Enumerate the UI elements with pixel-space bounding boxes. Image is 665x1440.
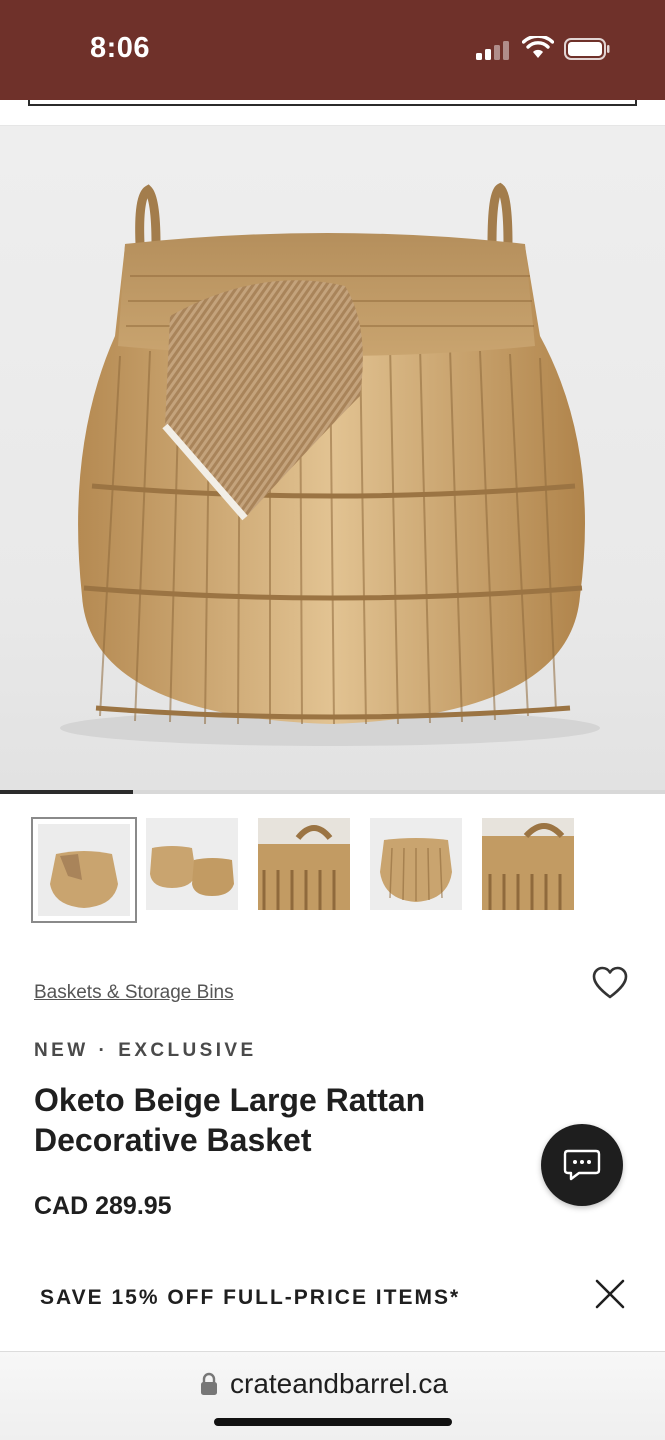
basket-illustration: [60, 182, 600, 746]
product-badges: NEW · EXCLUSIVE: [34, 1040, 257, 1062]
lock-icon: [201, 1372, 217, 1395]
chat-bubble-icon: [563, 1149, 601, 1181]
thumbnail-basket-handle-detail[interactable]: [258, 818, 350, 910]
search-bar-edge: [0, 100, 665, 126]
status-bar: 8:06: [0, 0, 665, 100]
badge-exclusive: EXCLUSIVE: [118, 1040, 257, 1061]
wifi-icon: [522, 36, 554, 58]
thumbnail-basket-front[interactable]: [31, 817, 137, 923]
product-price: CAD 289.95: [34, 1192, 172, 1220]
cellular-signal-icon: [476, 40, 510, 60]
product-title: Oketo Beige Large Rattan Decorative Bask…: [34, 1082, 426, 1158]
promo-text[interactable]: SAVE 15% OFF FULL-PRICE ITEMS*: [40, 1286, 460, 1310]
heart-icon[interactable]: [592, 966, 628, 1000]
thumbnail-basket-weave-detail[interactable]: [482, 818, 574, 910]
thumbnail-basket-pair[interactable]: [146, 818, 238, 910]
category-breadcrumb-link[interactable]: Baskets & Storage Bins: [34, 982, 234, 1004]
badge-new: NEW: [34, 1040, 89, 1061]
home-indicator[interactable]: [214, 1418, 452, 1426]
chat-button[interactable]: [541, 1124, 623, 1206]
thumbnail-basket-side[interactable]: [370, 818, 462, 910]
gallery-progress: [0, 790, 665, 794]
promo-banner: SAVE 15% OFF FULL-PRICE ITEMS*: [0, 1258, 665, 1352]
browser-address-bar[interactable]: crateandbarrel.ca: [0, 1352, 665, 1440]
gallery-progress-fill: [0, 790, 133, 794]
close-icon[interactable]: [592, 1276, 628, 1312]
product-hero-image[interactable]: [0, 126, 665, 790]
search-input[interactable]: [28, 100, 637, 106]
battery-icon: [564, 38, 610, 60]
badge-separator: ·: [98, 1040, 109, 1061]
url-text[interactable]: crateandbarrel.ca: [230, 1368, 448, 1400]
status-time: 8:06: [90, 32, 151, 64]
